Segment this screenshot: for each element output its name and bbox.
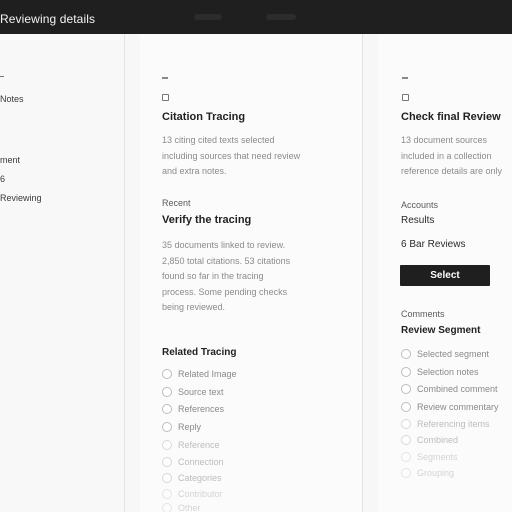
radio-button[interactable] [401, 452, 411, 462]
radio-button[interactable] [162, 489, 172, 499]
radio-button[interactable] [162, 440, 172, 450]
radio-button[interactable] [401, 402, 411, 412]
radio-button[interactable] [162, 503, 172, 512]
top-bar-nav-placeholder[interactable] [194, 14, 222, 20]
option-label: Review commentary [417, 402, 499, 412]
option-row[interactable]: Other [162, 503, 201, 512]
option-label: Referencing items [417, 419, 490, 429]
top-bar-nav-placeholder[interactable] [266, 14, 296, 20]
meta-label: Accounts [401, 200, 439, 210]
checkbox-icon[interactable] [162, 94, 169, 101]
radio-button[interactable] [401, 349, 411, 359]
meta-title: Verify the tracing [162, 214, 252, 226]
sidebar-divider [124, 34, 125, 512]
section-description: 13 citing cited texts selected including… [162, 135, 301, 176]
select-button[interactable]: Select [400, 265, 490, 286]
option-row[interactable]: Related Image [162, 369, 237, 379]
option-label: Segments [417, 452, 458, 462]
radio-button[interactable] [401, 419, 411, 429]
sidebar-item-count[interactable]: 6 [0, 174, 5, 184]
option-row[interactable]: Source text [162, 387, 224, 397]
option-row[interactable]: Segments [401, 452, 458, 462]
section-description: 13 document sources included in a collec… [401, 135, 503, 176]
collapse-icon[interactable] [162, 77, 168, 79]
top-bar: Reviewing details [0, 0, 512, 34]
section-title: Check final Review [401, 111, 501, 123]
panel-divider [362, 34, 363, 512]
review-count: 6 Bar Reviews [401, 239, 466, 250]
option-label: Categories [178, 473, 222, 483]
result-value: Results [401, 215, 435, 226]
option-label: Connection [178, 457, 224, 467]
option-row[interactable]: References [162, 404, 224, 414]
section-title: Citation Tracing [162, 111, 246, 123]
option-row[interactable]: Combined comment [401, 384, 498, 394]
option-row[interactable]: Connection [162, 457, 224, 467]
radio-button[interactable] [401, 435, 411, 445]
option-label: Grouping [417, 468, 455, 478]
radio-button[interactable] [162, 387, 172, 397]
option-row[interactable]: Review commentary [401, 402, 499, 412]
sidebar-item-reviewing[interactable]: Reviewing [0, 193, 42, 203]
option-label: Combined [417, 435, 459, 445]
radio-button[interactable] [162, 422, 172, 432]
radio-button[interactable] [401, 468, 411, 478]
option-row[interactable]: Contributor [162, 489, 223, 499]
option-label: Combined comment [417, 384, 498, 394]
radio-button[interactable] [162, 457, 172, 467]
radio-button[interactable] [162, 369, 172, 379]
collapse-icon[interactable] [402, 77, 408, 79]
option-label: Selection notes [417, 367, 479, 377]
option-label: Reply [178, 422, 202, 432]
option-label: Selected segment [417, 349, 490, 359]
option-row[interactable]: Reply [162, 422, 201, 432]
option-label: Reference [178, 440, 220, 450]
sidebar-dash [0, 76, 4, 77]
option-row[interactable]: Referencing items [401, 419, 490, 429]
meta-label: Recent [162, 198, 191, 208]
option-row[interactable]: Categories [162, 473, 222, 483]
radio-button[interactable] [401, 384, 411, 394]
option-label: Source text [178, 387, 224, 397]
option-row[interactable]: Grouping [401, 468, 454, 478]
list-title: Review Segment [401, 325, 481, 336]
option-label: Other [178, 503, 201, 512]
sidebar-item-notes[interactable]: Notes [0, 94, 24, 104]
radio-button[interactable] [401, 367, 411, 377]
options-title: Related Tracing [162, 347, 237, 358]
checkbox-icon[interactable] [402, 94, 409, 101]
sidebar-item-ment[interactable]: ment [0, 155, 20, 165]
option-label: Contributor [178, 489, 223, 499]
option-row[interactable]: Reference [162, 440, 220, 450]
option-row[interactable]: Selected segment [401, 349, 489, 359]
option-label: References [178, 404, 225, 414]
option-label: Related Image [178, 369, 237, 379]
list-label: Comments [401, 309, 445, 319]
radio-button[interactable] [162, 404, 172, 414]
sidebar [0, 34, 124, 512]
app-title: Reviewing details [0, 12, 96, 26]
option-row[interactable]: Combined [401, 435, 458, 445]
meta-body: 35 documents linked to review. 2,850 tot… [162, 240, 291, 312]
option-row[interactable]: Selection notes [401, 367, 479, 377]
radio-button[interactable] [162, 473, 172, 483]
